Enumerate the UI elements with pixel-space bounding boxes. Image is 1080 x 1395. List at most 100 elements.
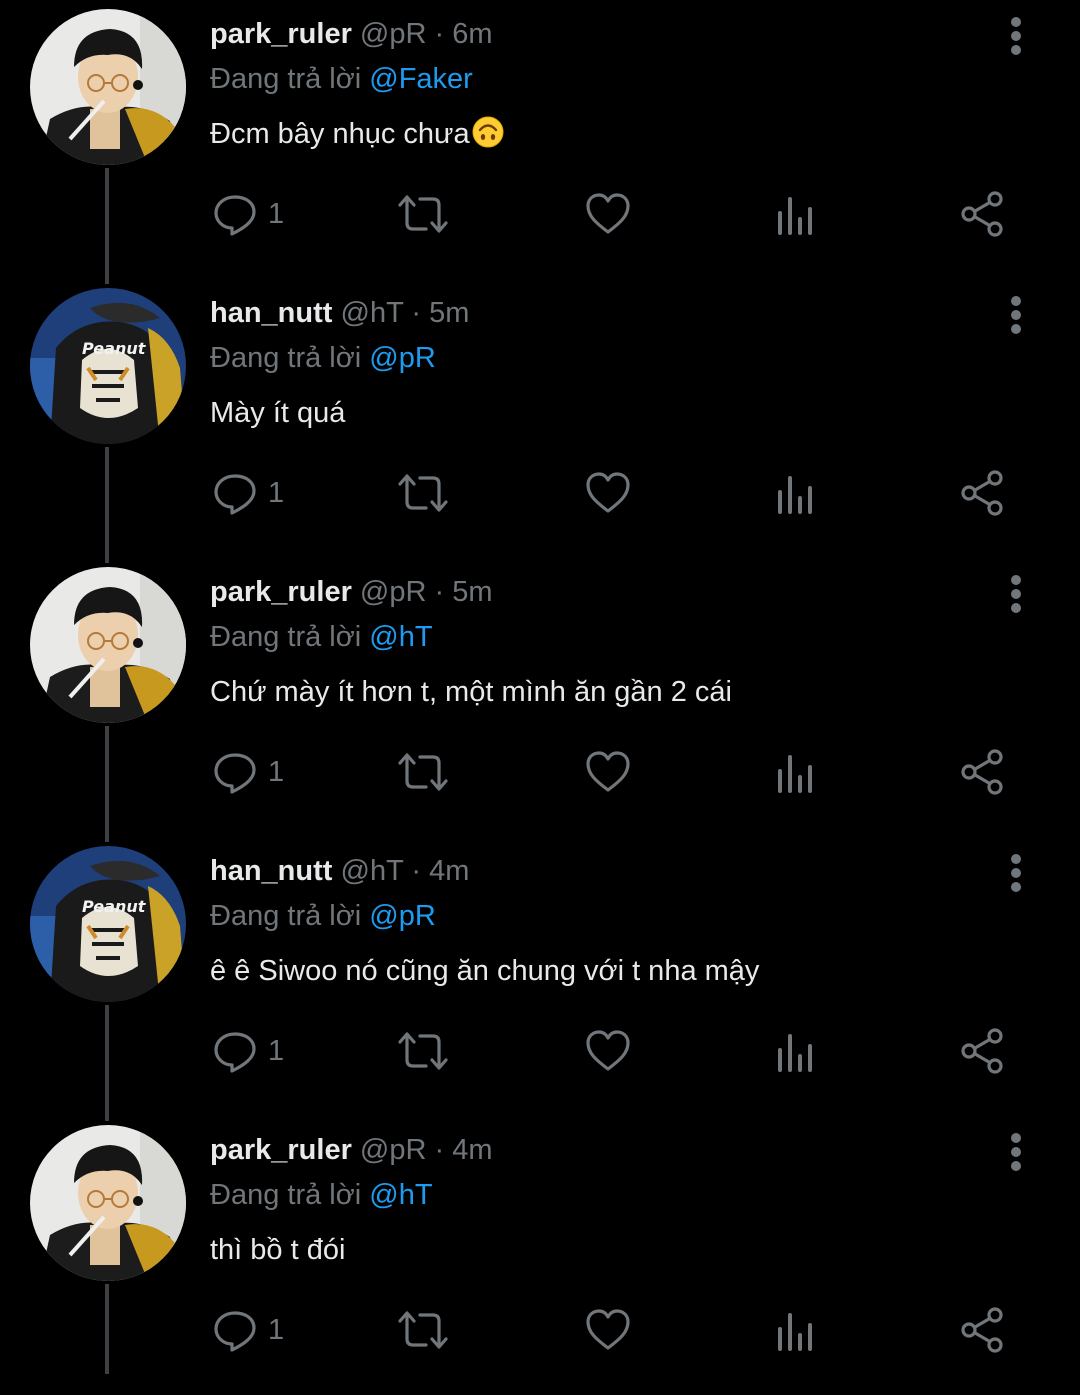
avatar[interactable] (30, 9, 186, 165)
retweet-button[interactable] (396, 463, 450, 523)
more-options-button[interactable] (996, 1130, 1036, 1174)
like-button[interactable] (584, 1021, 632, 1081)
mention-link[interactable]: @hT (369, 1179, 432, 1211)
mention-link[interactable]: @hT (369, 621, 432, 653)
retweet-icon (398, 1032, 448, 1070)
share-button[interactable] (958, 742, 1006, 802)
user-handle[interactable]: @hT (341, 297, 404, 329)
timestamp[interactable]: 5m (429, 297, 469, 329)
replying-to-label: Đang trả lời (210, 1179, 362, 1211)
share-button[interactable] (958, 1300, 1006, 1360)
tweet[interactable]: Peanut han_nutt @hT · 5m Đang trả lời @p… (0, 279, 1080, 563)
park-ruler-avatar (30, 9, 186, 165)
avatar[interactable]: Peanut (30, 288, 186, 444)
tweet-actions: 1 (0, 463, 1080, 523)
reply-button[interactable]: 1 (212, 184, 284, 244)
display-name[interactable]: han_nutt (210, 855, 332, 887)
user-handle[interactable]: @pR (360, 18, 427, 50)
views-button[interactable] (774, 184, 818, 244)
retweet-button[interactable] (396, 1021, 450, 1081)
retweet-button[interactable] (396, 742, 450, 802)
more-options-button[interactable] (996, 851, 1036, 895)
avatar[interactable]: Peanut (30, 846, 186, 1002)
like-button[interactable] (584, 1300, 632, 1360)
more-options-button[interactable] (996, 293, 1036, 337)
replying-to-label: Đang trả lời (210, 621, 362, 653)
views-button[interactable] (774, 742, 818, 802)
reply-count: 1 (268, 1314, 285, 1346)
share-button[interactable] (958, 463, 1006, 523)
timestamp[interactable]: 4m (452, 1134, 492, 1166)
tweet-actions: 1 (0, 184, 1080, 244)
share-button[interactable] (958, 184, 1006, 244)
reply-button[interactable]: 1 (212, 463, 284, 523)
display-name[interactable]: park_ruler (210, 576, 352, 608)
timestamp[interactable]: 4m (429, 855, 469, 887)
retweet-icon (398, 1311, 448, 1349)
views-button[interactable] (774, 1021, 818, 1081)
avatar[interactable] (30, 1125, 186, 1281)
replying-to-label: Đang trả lời (210, 63, 362, 95)
share-icon (961, 1028, 1003, 1074)
like-button[interactable] (584, 742, 632, 802)
reply-button[interactable]: 1 (212, 742, 284, 802)
display-name[interactable]: park_ruler (210, 1134, 352, 1166)
replying-to: Đang trả lời @hT (210, 617, 433, 657)
replying-to: Đang trả lời @hT (210, 1175, 433, 1215)
avatar[interactable] (30, 567, 186, 723)
timestamp[interactable]: 6m (452, 18, 492, 50)
reply-icon (214, 474, 256, 515)
like-button[interactable] (584, 184, 632, 244)
replying-to: Đang trả lời @pR (210, 338, 436, 378)
more-options-button[interactable] (996, 14, 1036, 58)
park-ruler-avatar (30, 1125, 186, 1281)
like-button[interactable] (584, 463, 632, 523)
tweet-header: park_ruler @pR · 5m (210, 572, 493, 612)
reply-count: 1 (268, 198, 285, 230)
heart-icon (586, 1030, 630, 1071)
more-vertical-icon (1011, 1133, 1021, 1171)
tweet[interactable]: park_ruler @pR · 6m Đang trả lời @Faker … (0, 0, 1080, 284)
display-name[interactable]: park_ruler (210, 18, 352, 50)
views-button[interactable] (774, 1300, 818, 1360)
mention-link[interactable]: @Faker (369, 63, 473, 95)
share-icon (961, 749, 1003, 795)
reply-button[interactable]: 1 (212, 1300, 284, 1360)
share-icon (961, 191, 1003, 237)
han-nutt-avatar: Peanut (30, 846, 186, 1002)
reply-icon (214, 1032, 256, 1073)
tweet[interactable]: Peanut han_nutt @hT · 4m Đang trả lời @p… (0, 837, 1080, 1121)
heart-icon (586, 751, 630, 792)
reply-button[interactable]: 1 (212, 1021, 284, 1081)
tweet-text: thì bồ t đói (210, 1228, 345, 1272)
user-handle[interactable]: @pR (360, 576, 427, 608)
share-icon (961, 470, 1003, 516)
user-handle[interactable]: @pR (360, 1134, 427, 1166)
reply-icon (214, 1311, 256, 1352)
views-icon (778, 476, 812, 514)
share-button[interactable] (958, 1021, 1006, 1081)
more-options-button[interactable] (996, 572, 1036, 616)
upside-down-face-emoji-icon (472, 116, 504, 148)
mention-link[interactable]: @pR (369, 342, 436, 374)
more-vertical-icon (1011, 575, 1021, 613)
user-handle[interactable]: @hT (341, 855, 404, 887)
tweet[interactable]: park_ruler @pR · 4m Đang trả lời @hT thì… (0, 1116, 1080, 1395)
views-icon (778, 1313, 812, 1351)
timestamp[interactable]: 5m (452, 576, 492, 608)
mention-link[interactable]: @pR (369, 900, 436, 932)
tweet-text: ê ê Siwoo nó cũng ăn chung với t nha mậy (210, 949, 759, 993)
tweet[interactable]: park_ruler @pR · 5m Đang trả lời @hT Chứ… (0, 558, 1080, 842)
reply-icon (214, 753, 256, 794)
replying-to: Đang trả lời @Faker (210, 59, 473, 99)
tweet-text-content: Chứ mày ít hơn t, một mình ăn gần 2 cái (210, 676, 732, 708)
svg-text:Peanut: Peanut (82, 897, 147, 916)
han-nutt-avatar: Peanut (30, 288, 186, 444)
tweet-text: Chứ mày ít hơn t, một mình ăn gần 2 cái (210, 670, 732, 714)
retweet-button[interactable] (396, 1300, 450, 1360)
views-button[interactable] (774, 463, 818, 523)
retweet-icon (398, 474, 448, 512)
retweet-button[interactable] (396, 184, 450, 244)
display-name[interactable]: han_nutt (210, 297, 332, 329)
tweet-text-content: thì bồ t đói (210, 1234, 346, 1266)
